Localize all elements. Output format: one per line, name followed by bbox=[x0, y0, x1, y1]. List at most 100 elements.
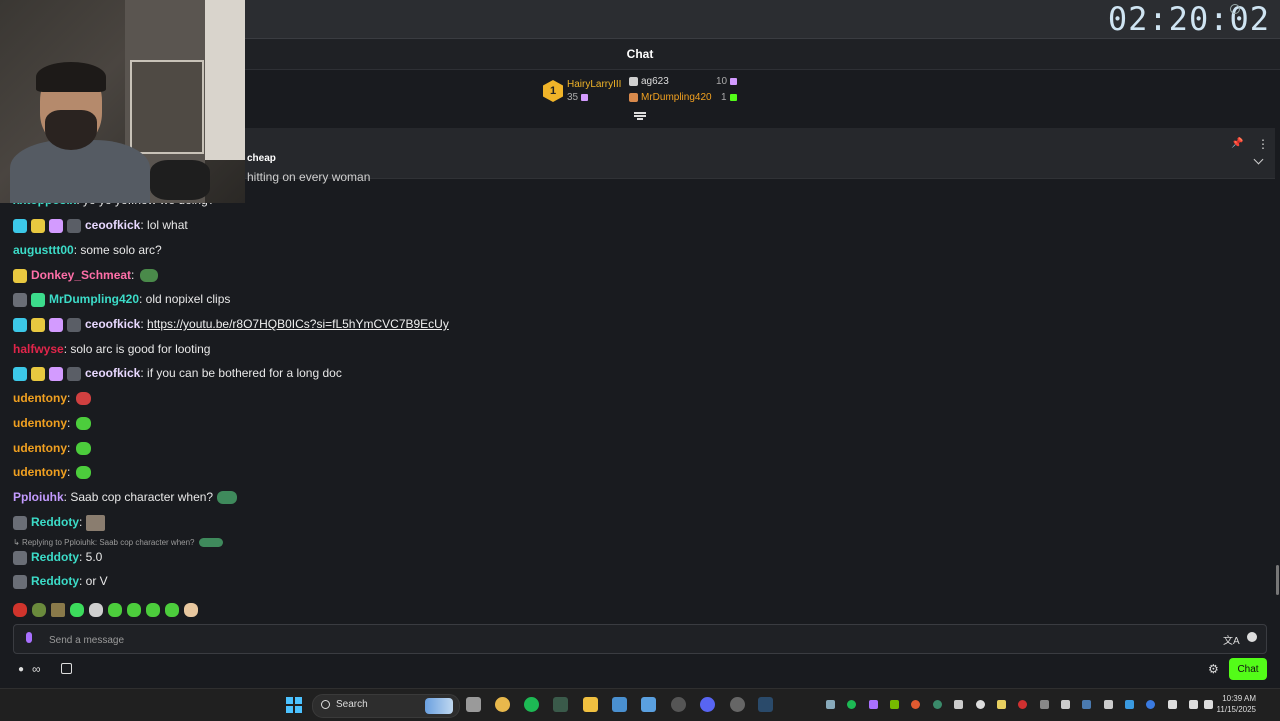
emoji-icon[interactable] bbox=[1247, 632, 1257, 642]
notepad-icon[interactable] bbox=[641, 697, 656, 712]
file-explorer-icon[interactable] bbox=[583, 697, 598, 712]
leaderboard-third[interactable]: MrDumpling420 bbox=[629, 92, 712, 103]
emote-icon[interactable] bbox=[51, 602, 65, 617]
message-input[interactable] bbox=[47, 629, 1201, 651]
silver-badge-icon bbox=[629, 76, 638, 86]
chat-message: MrDumpling420: old nopixel clips bbox=[13, 289, 230, 309]
username[interactable]: MrDumpling420 bbox=[49, 292, 139, 306]
car-emote-icon bbox=[198, 538, 223, 548]
leaderboard-second-name: ag623 bbox=[641, 76, 669, 87]
og-badge-icon bbox=[13, 218, 27, 233]
spotify-tray-icon[interactable] bbox=[847, 700, 856, 709]
pin-icon[interactable]: 📌 bbox=[1231, 138, 1243, 149]
gift-badge-icon bbox=[49, 317, 63, 332]
leaderboard-third-value: 1 bbox=[721, 92, 727, 103]
photos-icon[interactable] bbox=[612, 697, 627, 712]
windows-icon[interactable] bbox=[286, 697, 302, 713]
username[interactable]: Donkey_Schmeat bbox=[31, 268, 131, 282]
tray-icon[interactable] bbox=[954, 700, 963, 709]
message-text: : if you can be bothered for a long doc bbox=[140, 366, 342, 380]
cam-person-body bbox=[10, 140, 150, 203]
expand-leaderboard-icon[interactable] bbox=[634, 112, 646, 120]
emote-icon[interactable] bbox=[32, 602, 46, 617]
clock-time[interactable]: 10:39 AM bbox=[1222, 694, 1256, 703]
steam-icon[interactable] bbox=[758, 697, 773, 712]
leaderboard-second[interactable]: ag623 bbox=[629, 76, 669, 87]
discord-icon[interactable] bbox=[700, 697, 715, 712]
message-link[interactable]: https://youtu.be/r8O7HQB0ICs?si=fL5hYmCV… bbox=[147, 317, 449, 331]
excel-icon[interactable] bbox=[553, 697, 568, 712]
emote-icon[interactable] bbox=[184, 602, 198, 617]
username[interactable]: Reddoty bbox=[31, 550, 79, 564]
username[interactable]: ceoofkick bbox=[85, 218, 140, 232]
gear-icon[interactable]: ⚙ bbox=[1208, 662, 1219, 676]
obs-icon[interactable] bbox=[671, 697, 686, 712]
wings-badge-icon bbox=[13, 574, 27, 589]
webcam-overlay bbox=[0, 0, 245, 203]
username[interactable]: udentony bbox=[13, 416, 67, 430]
username[interactable]: udentony bbox=[13, 465, 67, 479]
chat-message: udentony: bbox=[13, 462, 92, 482]
tray-icon[interactable] bbox=[869, 700, 878, 709]
cam-door bbox=[205, 0, 245, 160]
chevron-down-icon[interactable] bbox=[1253, 154, 1264, 165]
emote-icon[interactable] bbox=[127, 602, 141, 617]
app-icon[interactable] bbox=[730, 697, 745, 712]
username[interactable]: udentony bbox=[13, 391, 67, 405]
network-icon[interactable] bbox=[1189, 700, 1198, 709]
emote-icon[interactable] bbox=[89, 602, 103, 617]
emote-icon[interactable] bbox=[108, 602, 122, 617]
emote-icon[interactable] bbox=[13, 602, 27, 617]
send-chat-button[interactable]: Chat bbox=[1229, 658, 1267, 680]
search-icon bbox=[321, 700, 330, 709]
infinity-icon[interactable]: ∞ bbox=[32, 662, 41, 676]
microphone-tray-icon[interactable] bbox=[1168, 700, 1177, 709]
tray-icon[interactable] bbox=[1018, 700, 1027, 709]
tray-icon[interactable] bbox=[1061, 700, 1070, 709]
bluetooth-icon[interactable] bbox=[1146, 700, 1155, 709]
username[interactable]: udentony bbox=[13, 441, 67, 455]
emote-icon[interactable] bbox=[165, 602, 179, 617]
search-label: Search bbox=[336, 699, 368, 710]
tray-icon[interactable] bbox=[997, 700, 1006, 709]
username[interactable]: Reddoty bbox=[31, 574, 79, 588]
leaderboard-first-score: 35 bbox=[567, 92, 589, 103]
tray-icon[interactable] bbox=[826, 700, 835, 709]
tray-icon[interactable] bbox=[1125, 700, 1134, 709]
bronze-badge-icon bbox=[629, 92, 638, 102]
reply-context[interactable]: ↳ Replying to Pploiuhk: Saab cop charact… bbox=[13, 538, 223, 548]
leaderboard-third-name: MrDumpling420 bbox=[641, 92, 712, 103]
windows-taskbar: Search 10:39 AM 11/15/2025 bbox=[0, 688, 1280, 721]
username[interactable]: Reddoty bbox=[31, 515, 79, 529]
points-icon[interactable]: ● bbox=[18, 664, 24, 675]
message-text: : bbox=[67, 465, 71, 479]
username[interactable]: halfwyse bbox=[13, 342, 64, 356]
spotify-icon[interactable] bbox=[524, 697, 539, 712]
task-view-icon[interactable] bbox=[466, 697, 481, 712]
chrome-icon[interactable] bbox=[495, 697, 510, 712]
tray-icon[interactable] bbox=[933, 700, 942, 709]
chat-scrollbar[interactable] bbox=[1276, 565, 1279, 595]
store-icon[interactable] bbox=[61, 663, 72, 674]
chat-message: ceoofkick: https://youtu.be/r8O7HQB0ICs?… bbox=[13, 314, 449, 334]
username[interactable]: augusttt00 bbox=[13, 243, 74, 257]
microphone-icon[interactable] bbox=[26, 632, 32, 643]
chat-message: Reddoty: 5.0 bbox=[13, 547, 102, 567]
tray-icon[interactable] bbox=[976, 700, 985, 709]
tray-icon[interactable] bbox=[1040, 700, 1049, 709]
username[interactable]: ceoofkick bbox=[85, 366, 140, 380]
taskbar-search[interactable]: Search bbox=[312, 694, 460, 718]
tray-icon[interactable] bbox=[1104, 700, 1113, 709]
translate-icon[interactable]: 文A bbox=[1223, 632, 1240, 647]
username[interactable]: ceoofkick bbox=[85, 317, 140, 331]
nvidia-icon[interactable] bbox=[890, 700, 899, 709]
emote-icon[interactable] bbox=[70, 602, 84, 617]
username[interactable]: Pploiuhk bbox=[13, 490, 64, 504]
clock-date[interactable]: 11/15/2025 bbox=[1217, 705, 1256, 714]
emote-icon[interactable] bbox=[146, 602, 160, 617]
tray-icon[interactable] bbox=[911, 700, 920, 709]
more-icon[interactable]: ⋮ bbox=[1257, 137, 1269, 151]
volume-icon[interactable] bbox=[1204, 700, 1213, 709]
blob-emote-icon bbox=[76, 442, 92, 456]
tray-icon[interactable] bbox=[1082, 700, 1091, 709]
